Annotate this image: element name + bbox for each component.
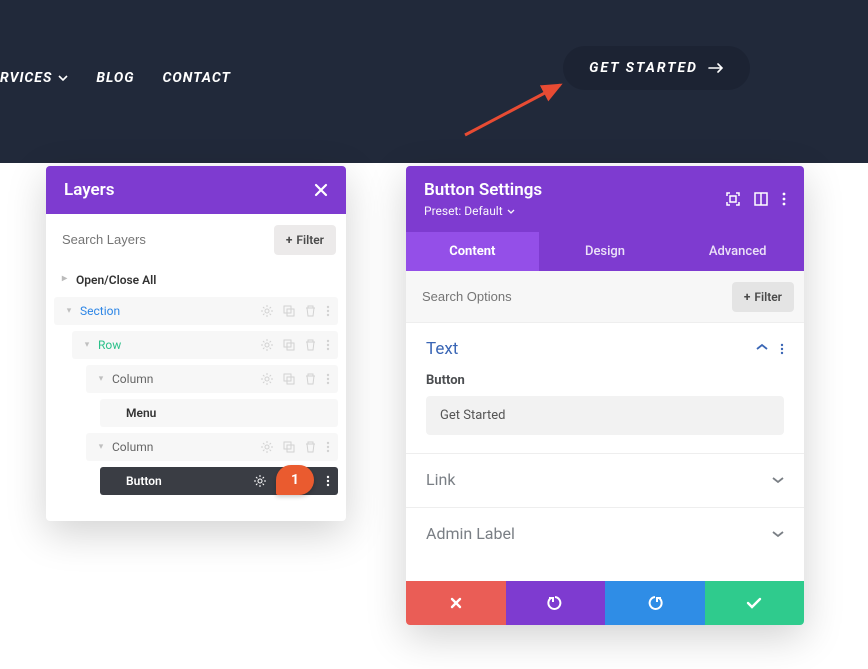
section-text: Text Button Get Started: [406, 322, 804, 453]
button-text-input[interactable]: Get Started: [426, 396, 784, 435]
layers-search-row: + Filter: [46, 214, 346, 265]
settings-search-row: + Filter: [406, 271, 804, 322]
open-close-all[interactable]: Open/Close All: [46, 265, 346, 297]
undo-icon: [547, 596, 563, 610]
section-text-head[interactable]: Text: [426, 339, 784, 359]
layer-button-label: Button: [122, 474, 254, 488]
expand-icon[interactable]: [772, 530, 784, 538]
nav-contact[interactable]: CONTACT: [163, 70, 231, 86]
settings-tabs: Content Design Advanced: [406, 232, 804, 271]
check-icon: [746, 597, 762, 609]
trash-icon[interactable]: [305, 373, 316, 385]
columns-icon[interactable]: [754, 192, 768, 206]
layers-search-input[interactable]: [56, 224, 266, 255]
dots-icon[interactable]: [326, 339, 330, 351]
trash-icon[interactable]: [305, 441, 316, 453]
redo-icon: [647, 596, 663, 610]
undo-button[interactable]: [506, 581, 606, 625]
save-button[interactable]: [705, 581, 805, 625]
website-header: RVICES BLOG CONTACT GET STARTED: [0, 0, 868, 163]
tab-design[interactable]: Design: [539, 232, 672, 271]
gear-icon[interactable]: [254, 475, 266, 487]
settings-filter-button[interactable]: + Filter: [732, 282, 794, 312]
arrow-right-icon: [708, 63, 724, 73]
layers-panel-header: Layers: [46, 166, 346, 214]
annotation-arrow: [460, 80, 570, 140]
settings-panel: Button Settings Preset: Default Content …: [406, 166, 804, 625]
gear-icon[interactable]: [261, 441, 273, 453]
layer-menu[interactable]: Menu: [100, 399, 338, 427]
layers-title: Layers: [64, 180, 115, 200]
tab-advanced[interactable]: Advanced: [671, 232, 804, 271]
chevron-down-icon: [58, 75, 68, 81]
dots-icon[interactable]: [326, 305, 330, 317]
redo-button[interactable]: [605, 581, 705, 625]
dots-icon[interactable]: [326, 441, 330, 453]
settings-search-input[interactable]: [416, 281, 724, 312]
nav-services-label: RVICES: [0, 70, 52, 86]
section-admin-head[interactable]: Admin Label: [426, 524, 784, 543]
nav-blog[interactable]: BLOG: [96, 70, 134, 86]
section-admin-title: Admin Label: [426, 524, 515, 543]
dots-icon[interactable]: [782, 192, 786, 206]
settings-filter-label: Filter: [754, 290, 782, 304]
delete-button[interactable]: [406, 581, 506, 625]
dots-icon[interactable]: [326, 475, 330, 487]
trash-icon[interactable]: [305, 339, 316, 351]
layer-column-1[interactable]: ▾ Column: [86, 365, 338, 393]
layer-column-label: Column: [108, 440, 261, 454]
duplicate-icon[interactable]: [283, 441, 295, 453]
settings-action-bar: [406, 581, 804, 625]
gear-icon[interactable]: [261, 305, 273, 317]
layer-tree: ▾ Section ▾ Row: [46, 297, 346, 521]
section-link-title: Link: [426, 470, 455, 489]
gear-icon[interactable]: [261, 339, 273, 351]
settings-preset[interactable]: Preset: Default: [424, 204, 542, 218]
tab-content[interactable]: Content: [406, 232, 539, 271]
layer-section-label: Section: [76, 304, 261, 318]
main-nav: RVICES BLOG CONTACT: [0, 70, 231, 86]
close-icon: [449, 596, 463, 610]
nav-contact-label: CONTACT: [163, 70, 231, 86]
layers-filter-label: Filter: [296, 233, 324, 247]
settings-panel-header: Button Settings Preset: Default: [406, 166, 804, 232]
section-text-title: Text: [426, 339, 458, 359]
button-field-label: Button: [426, 373, 784, 388]
layer-column-2[interactable]: ▾ Column: [86, 433, 338, 461]
layer-row-label: Row: [94, 338, 261, 352]
layer-section[interactable]: ▾ Section: [54, 297, 338, 325]
trash-icon[interactable]: [305, 305, 316, 317]
get-started-button[interactable]: GET STARTED: [563, 46, 750, 90]
layers-panel: Layers + Filter Open/Close All ▾ Section: [46, 166, 346, 521]
get-started-label: GET STARTED: [589, 60, 698, 76]
expand-icon[interactable]: [772, 476, 784, 484]
layer-row[interactable]: ▾ Row: [72, 331, 338, 359]
duplicate-icon[interactable]: [283, 305, 295, 317]
caret-down-icon: [507, 209, 515, 214]
section-admin-label: Admin Label: [406, 507, 804, 561]
nav-services[interactable]: RVICES: [0, 70, 68, 86]
section-link: Link: [406, 453, 804, 507]
dots-icon[interactable]: [780, 343, 784, 355]
nav-blog-label: BLOG: [96, 70, 134, 86]
callout-1: 1: [276, 465, 314, 495]
settings-preset-label: Preset: Default: [424, 204, 503, 218]
duplicate-icon[interactable]: [283, 373, 295, 385]
layers-filter-button[interactable]: + Filter: [274, 225, 336, 255]
layer-menu-label: Menu: [122, 406, 330, 420]
layer-column-label: Column: [108, 372, 261, 386]
gear-icon[interactable]: [261, 373, 273, 385]
close-icon[interactable]: [314, 183, 328, 197]
settings-title: Button Settings: [424, 180, 542, 200]
collapse-icon[interactable]: [756, 343, 768, 355]
dots-icon[interactable]: [326, 373, 330, 385]
duplicate-icon[interactable]: [283, 339, 295, 351]
expand-icon[interactable]: [726, 192, 740, 206]
section-link-head[interactable]: Link: [426, 470, 784, 489]
